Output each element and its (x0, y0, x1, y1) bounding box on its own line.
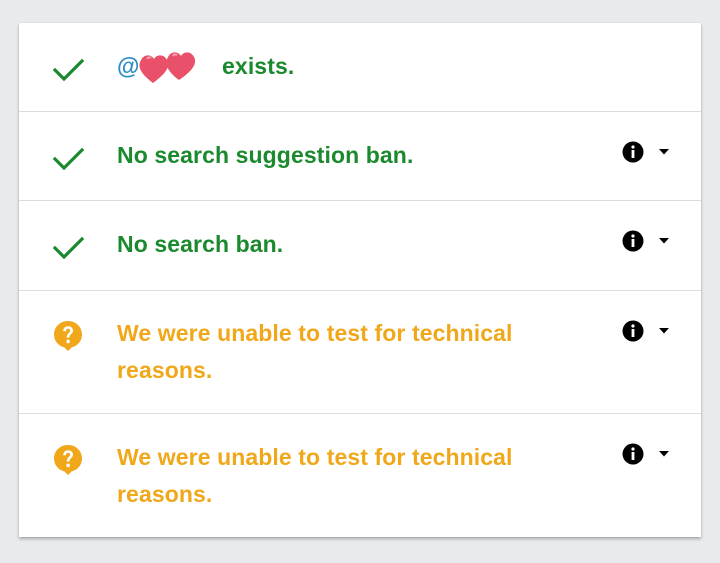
check-icon (52, 142, 84, 174)
info-icon[interactable] (622, 443, 644, 465)
caret-down-icon[interactable] (657, 148, 671, 156)
result-row-exists: @user exists. (19, 23, 701, 111)
check-icon (52, 231, 84, 263)
result-message: We were unable to test for technical rea… (117, 320, 513, 383)
question-bubble-icon (52, 443, 84, 475)
info-icon[interactable] (622, 230, 644, 252)
caret-down-icon[interactable] (657, 450, 671, 458)
question-bubble-icon (52, 319, 84, 351)
result-message: We were unable to test for technical rea… (117, 444, 513, 507)
check-icon (52, 53, 84, 85)
info-icon[interactable] (622, 320, 644, 342)
info-icon[interactable] (622, 141, 644, 163)
username-link[interactable]: @user (117, 52, 216, 83)
result-message: @user exists. (117, 48, 537, 85)
heart-sticker-icon (139, 52, 196, 83)
result-row-search-ban: No search ban. (19, 200, 701, 290)
caret-down-icon[interactable] (657, 327, 671, 335)
result-row-ghost-ban: We were unable to test for technical rea… (19, 290, 701, 413)
result-row-reply-deboosting: We were unable to test for technical rea… (19, 413, 701, 537)
results-card: @user exists. No search suggestion ban. (19, 23, 701, 537)
result-message: No search ban. (117, 231, 284, 257)
result-row-search-suggestion: No search suggestion ban. (19, 111, 701, 200)
caret-down-icon[interactable] (657, 237, 671, 245)
result-message: No search suggestion ban. (117, 142, 414, 168)
